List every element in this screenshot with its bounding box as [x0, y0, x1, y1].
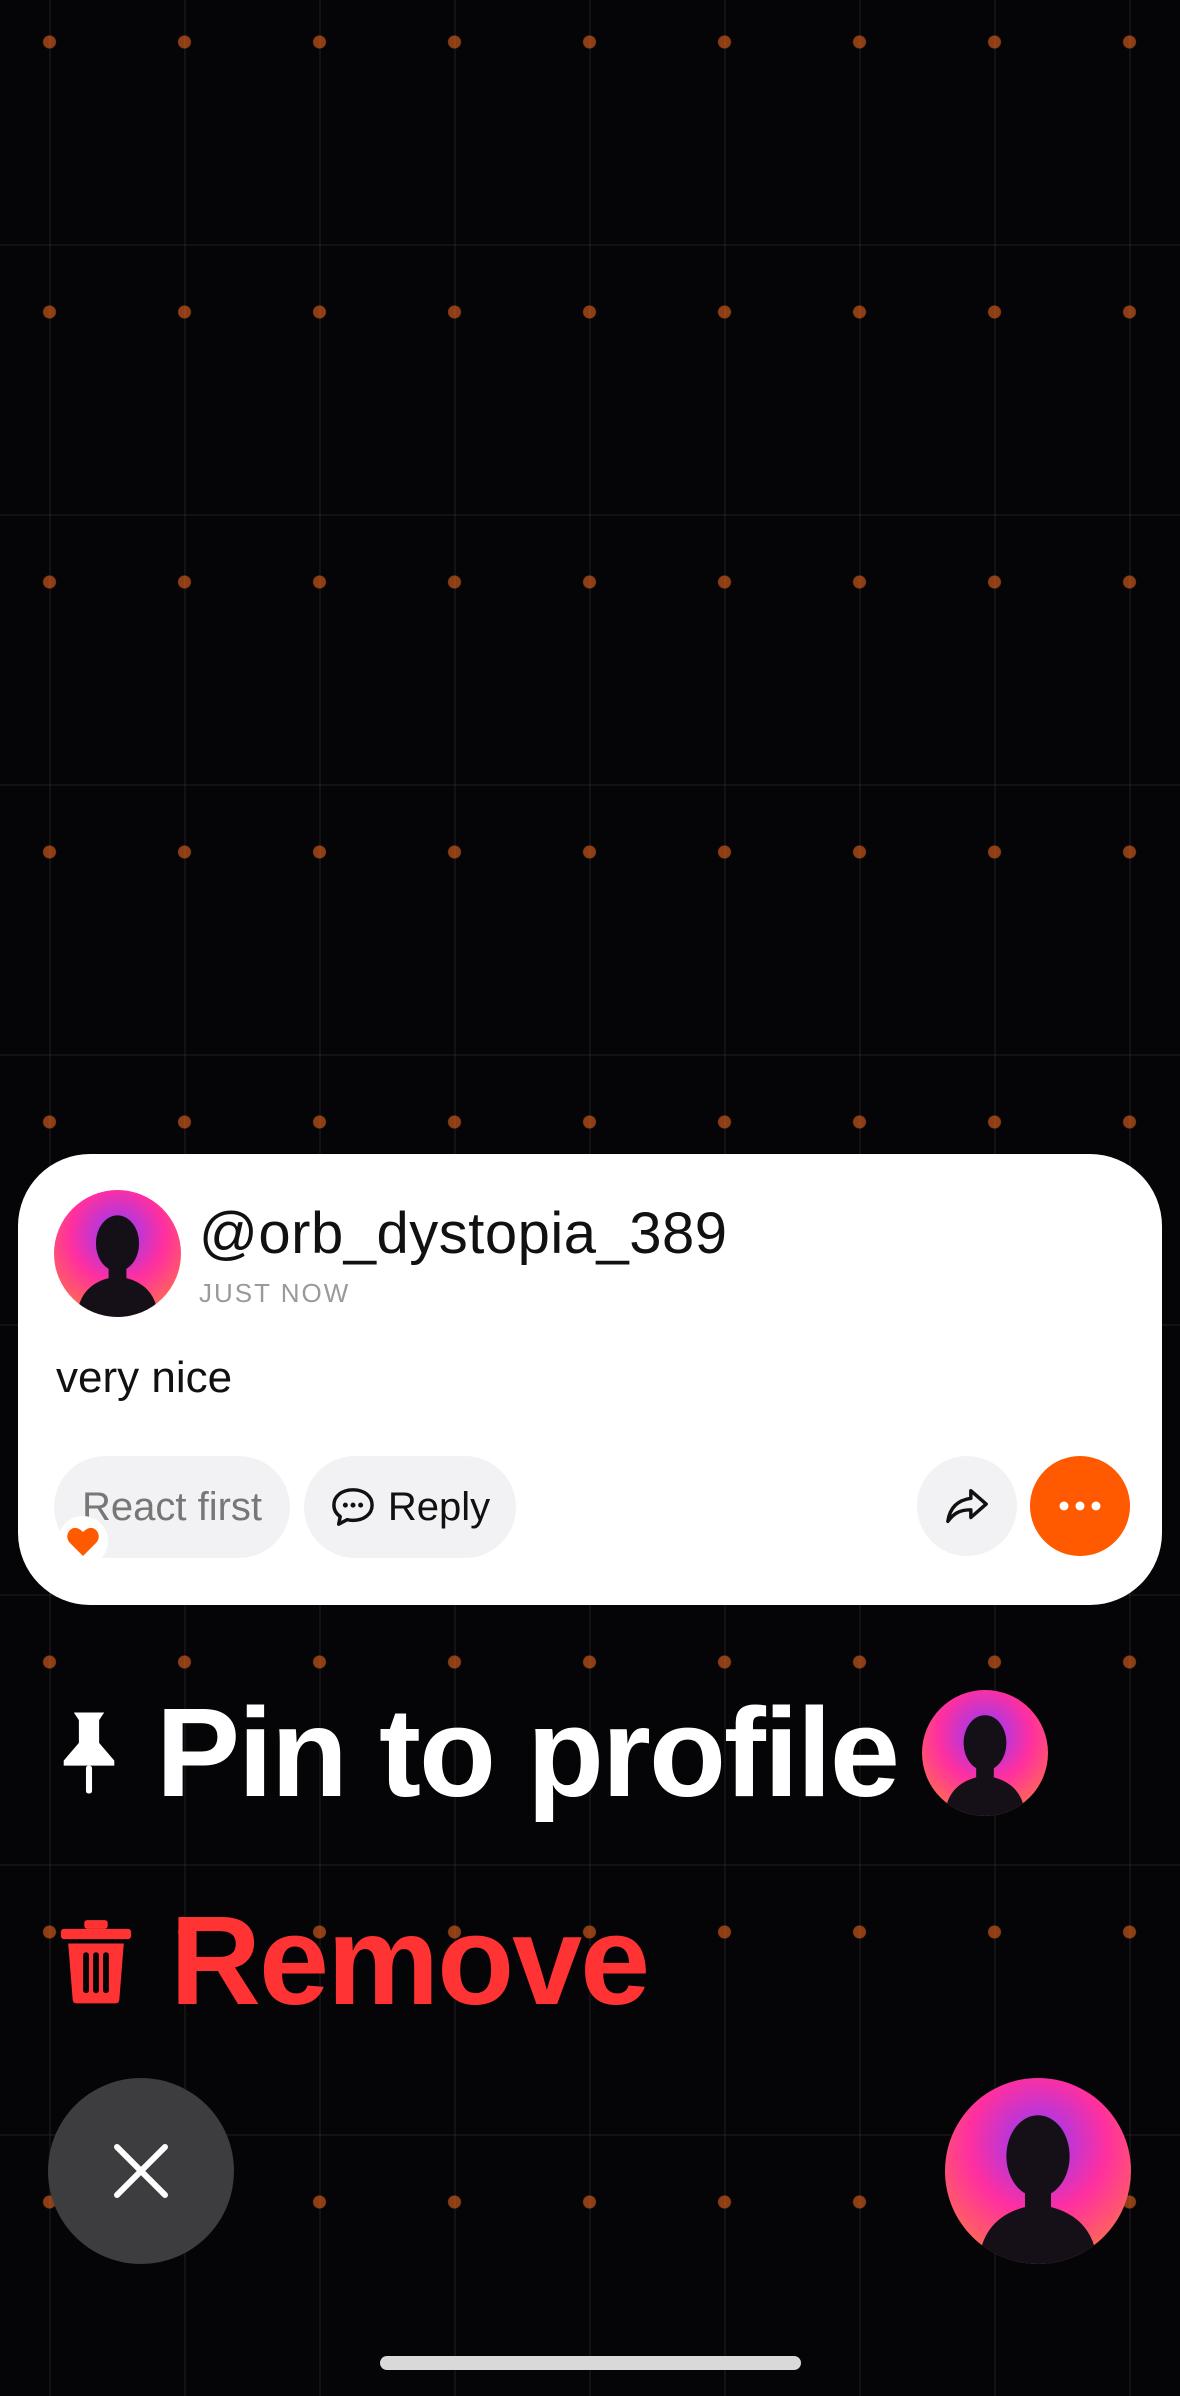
more-options-button[interactable] [1030, 1456, 1130, 1556]
close-icon [114, 2144, 168, 2198]
more-icon [1059, 1501, 1101, 1511]
person-silhouette-icon [76, 1215, 159, 1317]
share-icon [946, 1488, 988, 1524]
person-silhouette-icon [944, 1714, 1026, 1816]
pin-label: Pin to profile [156, 1682, 900, 1823]
comment-timestamp: JUST NOW [199, 1278, 351, 1308]
profile-avatar-button[interactable] [945, 2078, 1131, 2264]
trash-icon [60, 1919, 132, 2003]
reaction-badge [58, 1516, 108, 1566]
heart-icon [67, 1527, 99, 1556]
reply-label: Reply [387, 1484, 491, 1529]
home-indicator[interactable] [380, 2356, 801, 2370]
comment-text: very nice [56, 1353, 233, 1402]
pin-to-profile-option[interactable]: Pin to profile [58, 1680, 1048, 1825]
remove-label: Remove [170, 1890, 650, 2031]
comment-card: @orb_dystopia_389 JUST NOW very nice Rea… [18, 1154, 1162, 1605]
person-silhouette-icon [978, 2115, 1098, 2264]
reply-button[interactable]: Reply [304, 1456, 516, 1558]
speech-bubble-icon [332, 1488, 374, 1526]
remove-option[interactable]: Remove [58, 1888, 650, 2033]
pin-icon [63, 1712, 115, 1793]
close-button[interactable] [48, 2078, 234, 2264]
commenter-username[interactable]: @orb_dystopia_389 [199, 1200, 728, 1267]
share-button[interactable] [917, 1456, 1017, 1556]
react-label: React first [81, 1484, 263, 1529]
commenter-avatar[interactable] [54, 1190, 181, 1317]
profile-avatar-small [921, 1689, 1048, 1816]
